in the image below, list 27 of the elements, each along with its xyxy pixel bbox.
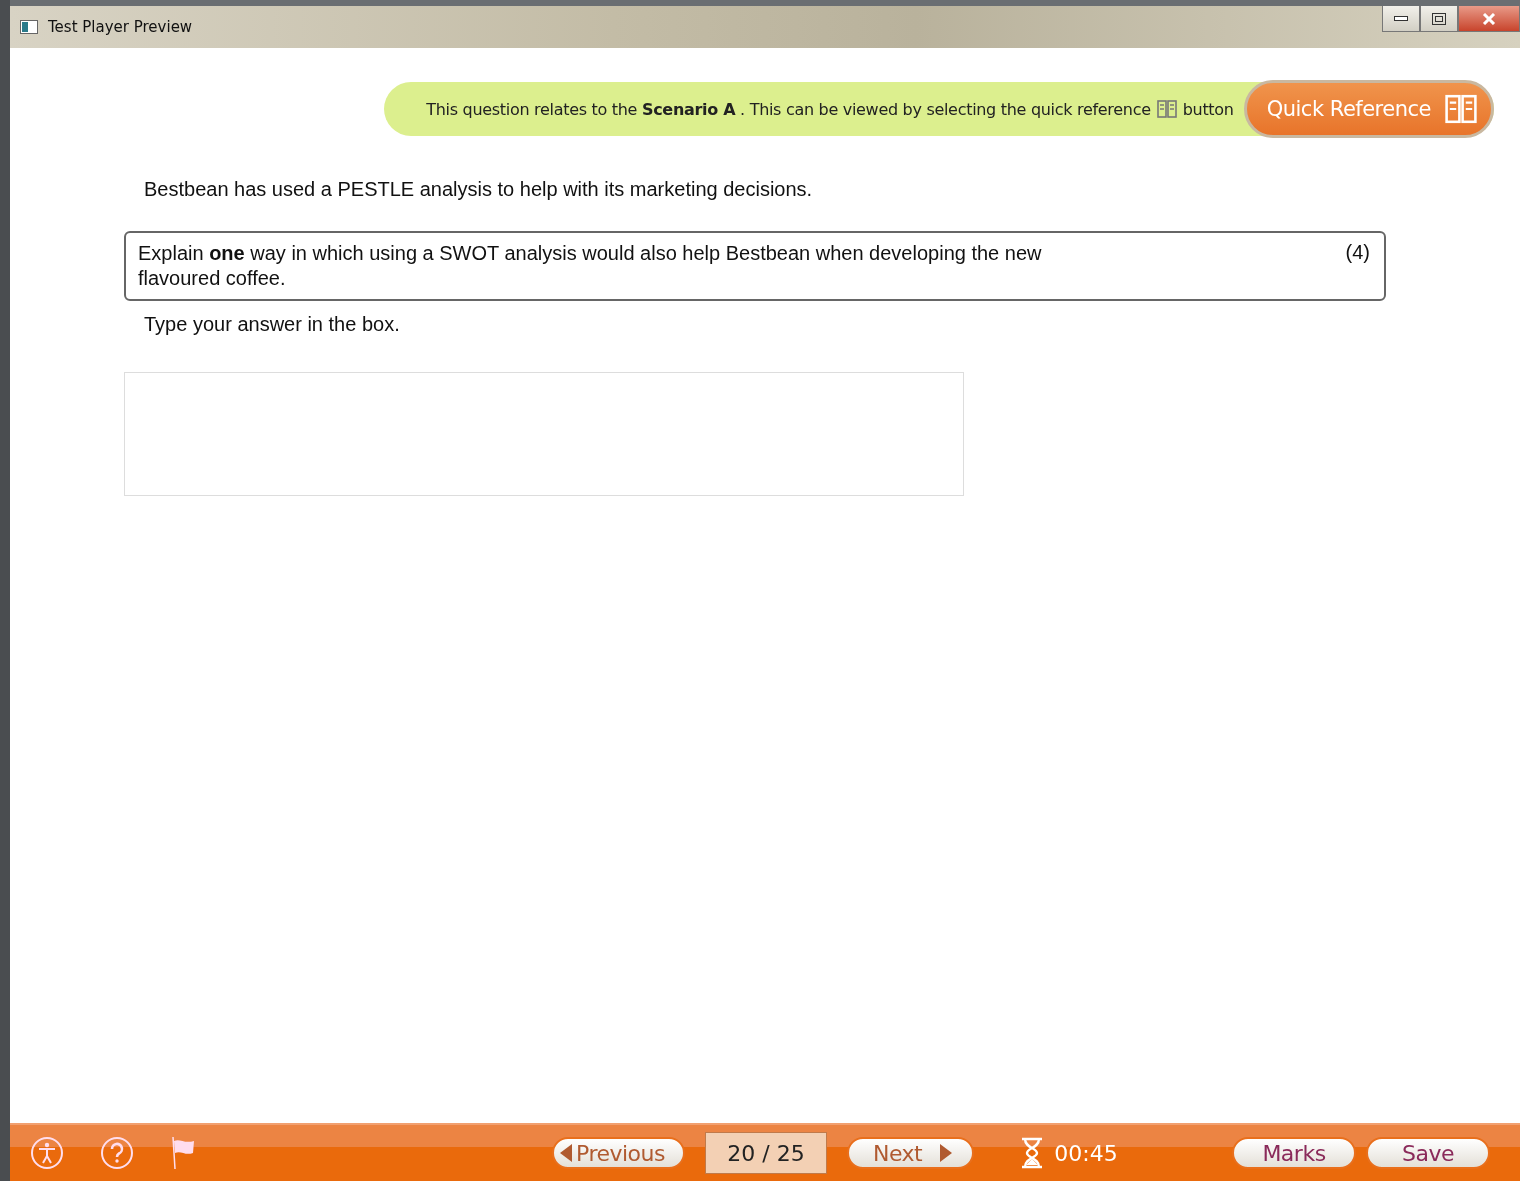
minimize-icon xyxy=(1394,15,1408,22)
window-icon xyxy=(20,20,38,34)
accessibility-icon[interactable] xyxy=(30,1136,64,1170)
previous-button[interactable]: Previous xyxy=(552,1137,685,1169)
banner-text: This question relates to the Scenario A . This can be viewed by selecting the quick reference xyxy=(426,99,1151,119)
next-button[interactable]: Next xyxy=(847,1137,975,1169)
question-text: Explain one way in which using a SWOT analysis would also help Bestbean when developing the new flavoured coffee. xyxy=(138,241,1043,291)
book-icon xyxy=(1445,93,1477,125)
page-counter: 20 / 25 xyxy=(705,1132,827,1174)
hourglass-icon xyxy=(1020,1137,1045,1169)
save-button[interactable]: Save xyxy=(1366,1137,1490,1169)
close-button[interactable] xyxy=(1458,6,1520,32)
quick-reference-button[interactable]: Quick Reference xyxy=(1243,80,1494,138)
book-icon xyxy=(1156,99,1177,119)
context-text: Bestbean has used a PESTLE analysis to help with its marketing decisions. xyxy=(144,178,814,201)
help-icon[interactable] xyxy=(100,1136,134,1170)
timer-text: 00:45 xyxy=(1054,1140,1118,1166)
minimize-button[interactable] xyxy=(1382,6,1420,32)
marks-text: (4) xyxy=(1345,241,1370,265)
window-title: Test Player Preview xyxy=(48,18,193,36)
left-triangle-icon xyxy=(558,1144,572,1162)
maximize-button[interactable] xyxy=(1420,6,1458,32)
marks-button[interactable]: Marks xyxy=(1232,1137,1356,1169)
instruction-text: Type your answer in the box. xyxy=(144,313,401,336)
close-icon xyxy=(1482,12,1496,25)
restore-icon xyxy=(1432,12,1446,25)
banner-text: button xyxy=(1182,99,1234,119)
